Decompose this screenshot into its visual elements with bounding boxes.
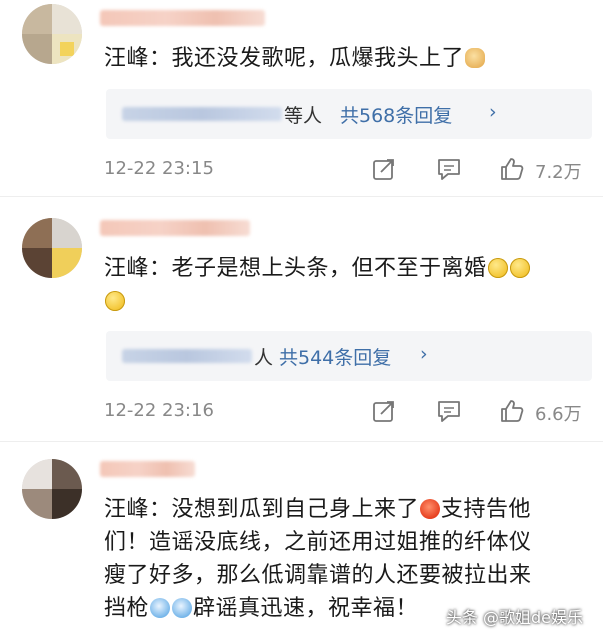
reply-suffix: 人	[254, 347, 274, 369]
like-icon[interactable]	[499, 156, 525, 182]
avatar[interactable]	[22, 218, 82, 278]
username-blurred[interactable]	[100, 220, 250, 236]
divider	[0, 196, 603, 197]
smile-emoji-icon	[509, 258, 530, 278]
comment-2: 汪峰：老子是想上头条，但不至于离婚 人 共544条回复 › 12-22 23:1…	[0, 200, 603, 445]
comment-line-1-tail: 支持告他	[441, 497, 532, 522]
dog-emoji-icon	[465, 48, 486, 68]
comment-icon[interactable]	[436, 398, 462, 424]
timestamp: 12-22 23:15	[104, 158, 214, 179]
chevron-right-icon: ›	[489, 101, 497, 123]
comment-line-3: 瘦了好多，那么低调靠谱的人还要被拉出来	[104, 563, 532, 588]
timestamp: 12-22 23:16	[104, 400, 214, 421]
like-count: 6.6万	[535, 404, 582, 425]
comment-3: 汪峰：没想到瓜到自己身上来了 支持告他 们！造谣没底线，之前还用过姐推的纤体仪 瘦…	[0, 445, 603, 640]
divider	[0, 441, 603, 442]
meta-row: 12-22 23:16 6.6万	[104, 398, 591, 426]
like-icon[interactable]	[499, 398, 525, 424]
comment-line-1: 汪峰：没想到瓜到自己身上来了	[104, 497, 420, 522]
comment-line-4: 挡枪	[104, 596, 150, 621]
avatar[interactable]	[22, 4, 82, 64]
comment-1: 汪峰：我还没发歌呢，瓜爆我头上了 等人 共568条回复 › 12-22 23:1…	[0, 0, 603, 200]
reply-users-blurred	[122, 349, 252, 363]
meta-row: 12-22 23:15 7.2万	[104, 156, 591, 184]
reply-count-link[interactable]: 共544条回复	[279, 343, 391, 370]
comment-text: 汪峰：我还没发歌呢，瓜爆我头上了	[104, 42, 573, 75]
username-blurred[interactable]	[100, 10, 265, 26]
comment-line-4-tail: 辟谣真迅速，祝幸福！	[193, 596, 419, 621]
reply-count-link[interactable]: 共568条回复	[340, 101, 452, 128]
like-count: 7.2万	[535, 162, 582, 183]
avatar[interactable]	[22, 459, 82, 519]
username-blurred[interactable]	[100, 461, 195, 477]
blue-emoji-icon	[150, 598, 171, 618]
comment-icon[interactable]	[436, 156, 462, 182]
reply-suffix: 等人	[284, 105, 323, 127]
share-icon[interactable]	[371, 156, 397, 182]
reply-summary[interactable]: 人 共544条回复 ›	[106, 331, 592, 381]
watermark: 头条 @歌姐de娱乐	[445, 608, 583, 627]
share-icon[interactable]	[371, 398, 397, 424]
comment-line-2: 们！造谣没底线，之前还用过姐推的纤体仪	[104, 530, 532, 555]
chevron-right-icon: ›	[420, 343, 428, 365]
reply-users-blurred	[122, 107, 282, 121]
reply-summary[interactable]: 等人 共568条回复 ›	[106, 89, 592, 139]
blue-emoji-icon	[172, 598, 193, 618]
smile-emoji-icon	[487, 258, 508, 278]
comment-body: 汪峰：老子是想上头条，但不至于离婚	[104, 256, 487, 281]
comment-text: 汪峰：老子是想上头条，但不至于离婚	[104, 252, 573, 318]
smile-emoji-icon	[105, 291, 125, 311]
comment-body: 汪峰：我还没发歌呢，瓜爆我头上了	[104, 46, 465, 71]
angry-emoji-icon	[420, 499, 441, 519]
